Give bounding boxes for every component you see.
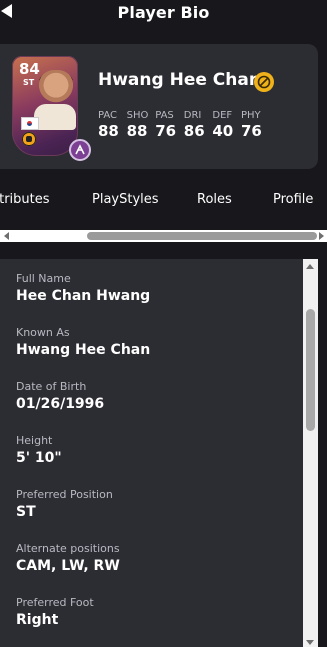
stat-value: 88 xyxy=(98,122,119,140)
stat-label: DRI xyxy=(183,110,202,121)
stat-def: DEF 40 xyxy=(212,110,241,140)
club-crest-icon xyxy=(22,132,36,146)
stat-label: PHY xyxy=(240,110,261,121)
tab-bar: ttributes PlayStyles Roles Profile xyxy=(0,190,327,214)
field-value: Hwang Hee Chan xyxy=(16,342,151,358)
card-rating: 84 xyxy=(19,60,40,78)
stat-value: 86 xyxy=(183,122,205,140)
tab-attributes[interactable]: ttributes xyxy=(0,192,50,207)
page-title: Player Bio xyxy=(117,3,210,22)
stat-pas: PAS 76 xyxy=(155,110,184,140)
top-bar: Player Bio xyxy=(0,0,327,28)
bio-panel: Full Name Hee Chan Hwang Known As Hwang … xyxy=(0,259,318,647)
stat-label: PAS xyxy=(155,110,174,121)
field-value: ST xyxy=(16,504,36,520)
field-value: 01/26/1996 xyxy=(16,396,105,412)
field-value: Hee Chan Hwang xyxy=(16,288,151,304)
stat-sho: SHO 88 xyxy=(127,110,156,140)
bio-field-known-as: Known As Hwang Hee Chan xyxy=(16,326,150,358)
bio-field-date-of-birth: Date of Birth 01/26/1996 xyxy=(16,380,104,412)
vertical-scrollbar[interactable] xyxy=(303,259,318,647)
field-label: Preferred Foot xyxy=(16,596,94,609)
field-value: 5' 10" xyxy=(16,450,62,466)
tab-profile[interactable]: Profile xyxy=(273,192,313,207)
stat-phy: PHY 76 xyxy=(241,110,270,140)
stat-label: PAC xyxy=(98,110,118,121)
flag-icon xyxy=(21,117,39,130)
stat-label: DEF xyxy=(212,110,233,121)
player-kit-image xyxy=(34,104,76,130)
tab-roles[interactable]: Roles xyxy=(197,192,232,207)
stat-value: 76 xyxy=(240,122,262,140)
scroll-up-icon[interactable] xyxy=(306,264,314,269)
field-value: CAM, LW, RW xyxy=(16,558,120,574)
bio-field-height: Height 5' 10" xyxy=(16,434,62,466)
horizontal-scroll-thumb[interactable] xyxy=(87,232,317,240)
field-label: Height xyxy=(16,434,53,447)
horizontal-scrollbar[interactable] xyxy=(0,230,327,242)
field-label: Preferred Position xyxy=(16,488,113,501)
player-card: 84 ST Hwang Hee Chan PAC 88 SHO 88 PAS 7… xyxy=(0,44,318,169)
stat-value: 40 xyxy=(212,122,234,140)
field-label: Date of Birth xyxy=(16,380,87,393)
bio-field-preferred-position: Preferred Position ST xyxy=(16,488,113,520)
field-label: Alternate positions xyxy=(16,542,120,555)
bio-field-full-name: Full Name Hee Chan Hwang xyxy=(16,272,150,304)
field-value: Right xyxy=(16,612,59,628)
player-card-image[interactable]: 84 ST xyxy=(12,56,78,156)
scroll-right-icon[interactable] xyxy=(319,232,324,240)
tab-playstyles[interactable]: PlayStyles xyxy=(92,192,159,207)
evolution-icon xyxy=(69,139,91,161)
scroll-down-icon[interactable] xyxy=(306,640,314,645)
face-stats: PAC 88 SHO 88 PAS 76 DRI 86 DEF 40 PHY 7… xyxy=(98,110,270,140)
card-position: ST xyxy=(23,78,35,87)
bio-field-preferred-foot: Preferred Foot Right xyxy=(16,596,94,628)
field-label: Full Name xyxy=(16,272,71,285)
field-label: Known As xyxy=(16,326,70,339)
stat-label: SHO xyxy=(126,110,149,121)
scroll-left-icon[interactable] xyxy=(4,232,9,240)
stat-dri: DRI 86 xyxy=(184,110,213,140)
stat-value: 76 xyxy=(155,122,177,140)
stat-value: 88 xyxy=(126,122,148,140)
player-name: Hwang Hee Chan xyxy=(98,70,261,90)
no-chemistry-icon xyxy=(254,72,274,92)
stat-pac: PAC 88 xyxy=(98,110,127,140)
bio-field-alternate-positions: Alternate positions CAM, LW, RW xyxy=(16,542,120,574)
vertical-scroll-thumb[interactable] xyxy=(306,309,315,431)
